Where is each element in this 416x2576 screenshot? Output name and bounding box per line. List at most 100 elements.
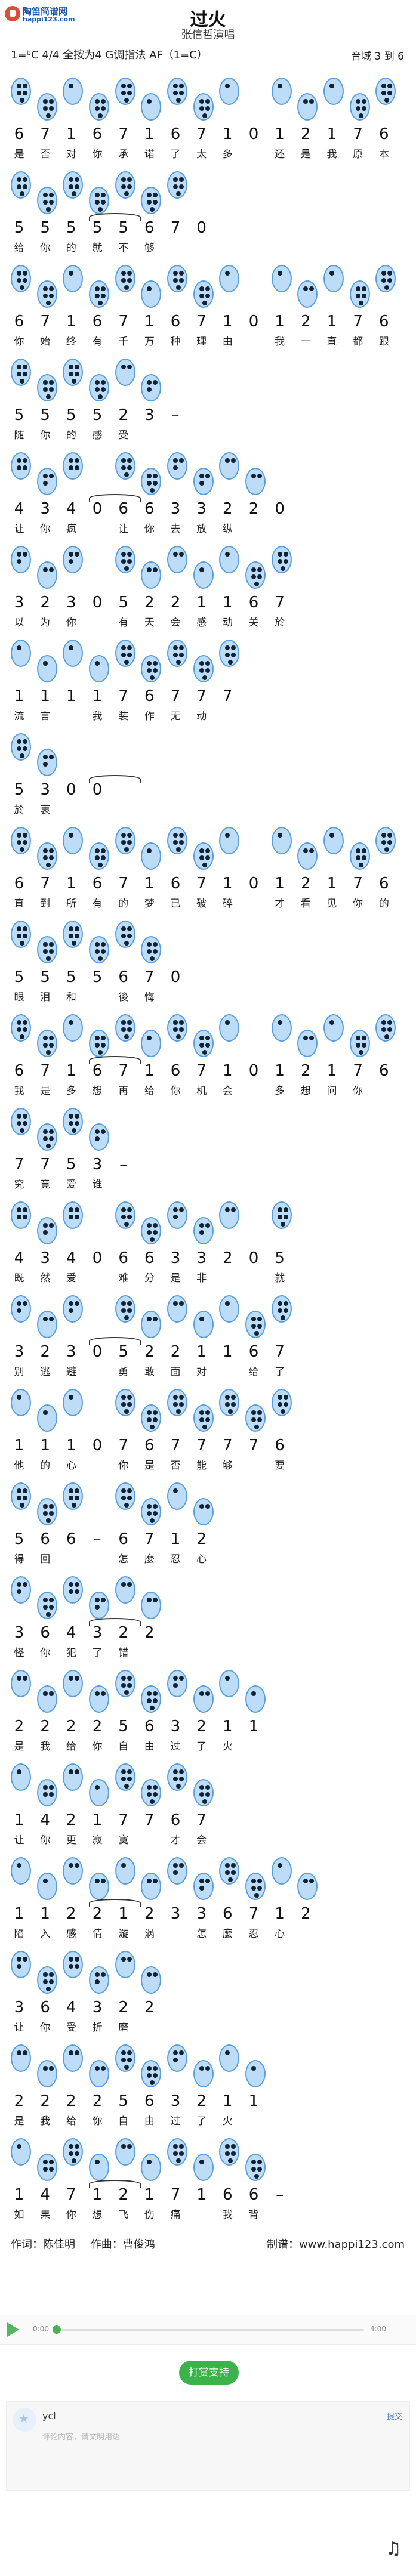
slur-mark [89,494,141,502]
lyric: 的 [66,430,76,441]
lyric: 竟 [40,1179,51,1191]
note: 2 [40,1718,50,1735]
note: 1 [40,1905,50,1923]
note: 5 [118,2092,128,2110]
lyric: 已 [170,898,181,910]
lyric: 究 [14,1179,24,1191]
note: 6 [144,500,155,518]
note: 6 [379,1062,389,1080]
note: 5 [40,219,50,237]
note: 4 [66,1999,76,2016]
ocarina-fingering-icon [11,1670,31,1697]
note: 7 [196,1062,207,1080]
lyric: 折 [92,2022,103,2034]
note: 2 [144,1343,155,1361]
note: 1 [14,1905,24,1923]
note: 0 [92,1249,103,1267]
note: 2 [301,313,311,331]
lyric: 要 [275,1460,285,1472]
slur-mark [89,775,141,783]
ocarina-fingering-icon [115,1857,135,1885]
note: 1 [14,1437,24,1454]
lyric: 自 [118,2115,129,2127]
lyric: 难 [118,1272,129,1284]
lyric: 的 [66,242,76,254]
lyric: 谁 [92,1179,103,1191]
lyric: 别 [14,1366,24,1378]
ocarina-fingering-icon [167,265,187,292]
lyric: 受 [118,430,129,441]
ocarina-fingering-icon [375,1014,396,1042]
lyric: 我 [40,2115,51,2127]
lyric: 犯 [66,1647,76,1659]
submit-button[interactable]: 提交 [387,2410,402,2421]
note: 6 [14,875,24,892]
composer: 作曲：曹俊鸿 [90,2238,155,2251]
note: 2 [223,1249,233,1267]
lyric: 是 [40,1085,51,1097]
ocarina-fingering-icon [115,452,135,480]
ocarina-fingering-icon [245,1873,266,1900]
progress-knob[interactable] [53,2325,61,2334]
note: 3 [66,594,76,611]
lyric: 再 [118,1085,129,1097]
lyric: 忍 [170,1553,181,1565]
note: 6 [92,125,103,143]
lyric: 你 [40,430,51,441]
lyric: 直 [14,898,24,910]
note: 5 [92,219,103,237]
slur-mark [89,1056,141,1064]
ocarina-fingering-icon [115,2044,135,2072]
lyric: 作 [144,711,155,722]
ocarina-fingering-icon [349,280,370,308]
lyric: 了 [196,2115,207,2127]
lyric: 然 [40,1272,51,1284]
ocarina-fingering-icon [219,1857,240,1885]
music-note-icon[interactable]: ♫ [386,2538,402,2559]
note: 6 [14,1062,24,1080]
ocarina-fingering-icon [11,1014,31,1042]
ocarina-fingering-icon [36,749,57,776]
lyric: 衷 [40,804,51,816]
donate-button[interactable]: 打赏支持 [179,2361,239,2385]
note: 7 [353,1062,363,1080]
play-icon[interactable] [7,2322,19,2337]
lyric: 了 [92,1647,103,1659]
note: 7 [66,2186,76,2204]
note: 1 [14,687,24,705]
ocarina-fingering-icon [36,1592,57,1619]
ocarina-fingering-icon [271,1857,292,1885]
note: 1 [66,687,76,705]
lyric: 天 [144,617,155,629]
ocarina-fingering-icon [89,1123,109,1151]
note: 1 [248,1718,259,1735]
comment-user: ycl [42,2410,56,2421]
note: 6 [118,1530,128,1548]
lyric: 放 [196,523,207,535]
lyric: 才 [170,1834,181,1846]
progress-track[interactable] [54,2329,364,2331]
ocarina-fingering-icon [11,452,31,480]
ocarina-fingering-icon [349,93,370,121]
note: 0 [170,968,181,986]
ocarina-fingering-icon [89,1779,109,1806]
ocarina-fingering-icon [11,1201,31,1229]
note: 6 [40,1530,50,1548]
ocarina-fingering-icon [11,733,31,761]
ocarina-fingering-icon [193,280,214,308]
lyric: 避 [66,1366,76,1378]
ocarina-fingering-icon [323,827,344,854]
note: 1 [92,687,103,705]
ocarina-fingering-icon [115,921,135,948]
ocarina-fingering-icon [11,265,31,292]
lyricist: 作词：陈佳明 [11,2238,75,2251]
note: 1 [14,2186,24,2204]
ocarina-fingering-icon [193,1498,214,1525]
lyric: 让 [14,2022,24,2034]
lyric: 诺 [144,149,155,160]
meta-text: 1=ᵇC 4/4 全按为4 G调指法 AF（1=C） [11,49,208,61]
ocarina-fingering-icon [11,1108,31,1135]
ocarina-fingering-icon [193,468,214,495]
comment-input[interactable]: 评论内容，请文明用语 [42,2430,120,2442]
lyric: 是 [144,1460,155,1472]
